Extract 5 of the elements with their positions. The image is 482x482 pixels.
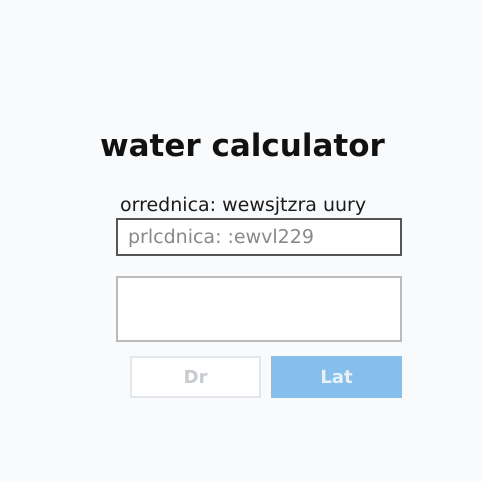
- action-button[interactable]: Lat: [271, 356, 402, 398]
- input-field[interactable]: prlcdnica: :ewvl229: [116, 218, 402, 256]
- field-label: orrednica: wewsjtzra uury: [120, 194, 368, 216]
- app-title: water calculator: [100, 128, 386, 164]
- input-field[interactable]: [116, 276, 402, 342]
